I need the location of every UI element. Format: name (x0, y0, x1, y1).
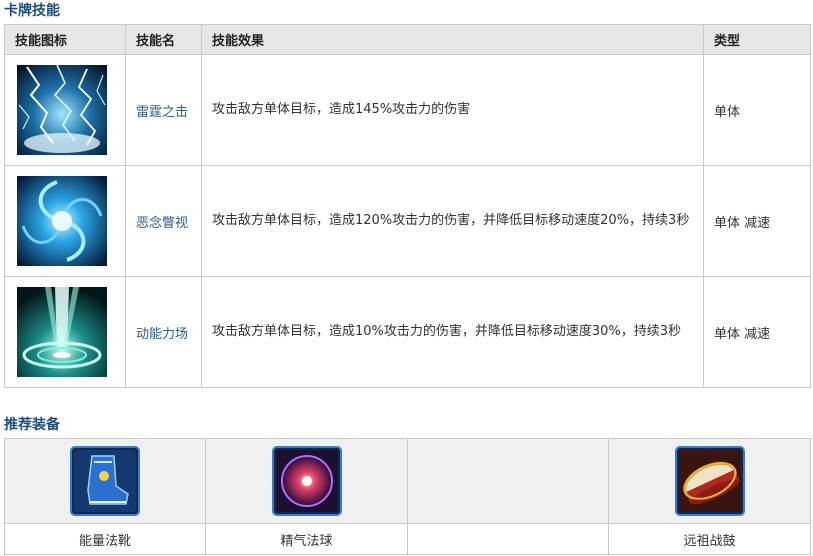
skill-icon-cell (4, 54, 126, 166)
ancestral-war-drum-icon[interactable] (674, 446, 745, 516)
skill-effect: 攻击敌方单体目标，造成145%攻击力的伤害 (201, 54, 704, 166)
gear-icon-cell (4, 438, 206, 524)
gear-label[interactable]: 能量法靴 (4, 523, 206, 555)
skill-effect: 攻击敌方单体目标，造成10%攻击力的伤害，并降低目标移动速度30%，持续3秒 (201, 276, 704, 388)
gear-table: 能量法靴 精气法球 远祖战鼓 (4, 438, 811, 555)
gear-label[interactable]: 远祖战鼓 (608, 523, 811, 555)
energy-boots-icon[interactable] (70, 446, 140, 516)
gear-icon-cell (205, 438, 408, 524)
header-type: 类型 (703, 24, 811, 55)
header-icon: 技能图标 (4, 24, 126, 55)
skill-icon-cell (4, 276, 126, 388)
gear-label-empty (407, 523, 609, 555)
skills-header-row: 技能图标 技能名 技能效果 类型 (4, 24, 811, 55)
skill-type: 单体 (703, 54, 811, 166)
skill-type: 单体 减速 (703, 276, 811, 388)
gear-icon-cell (608, 438, 811, 524)
gear-label[interactable]: 精气法球 (205, 523, 408, 555)
skill-row: 雷霆之击 攻击敌方单体目标，造成145%攻击力的伤害 单体 (4, 54, 811, 166)
header-effect: 技能效果 (201, 24, 704, 55)
skill-type: 单体 减速 (703, 165, 811, 277)
essence-orb-icon[interactable] (271, 446, 342, 516)
header-name: 技能名 (125, 24, 202, 55)
gear-icon-cell-empty (407, 438, 609, 524)
gear-label-row: 能量法靴 精气法球 远祖战鼓 (4, 523, 811, 555)
lightning-strike-icon (17, 65, 107, 155)
skill-row: 恶念瞥视 攻击敌方单体目标，造成120%攻击力的伤害，并降低目标移动速度20%，… (4, 165, 811, 277)
malice-gaze-icon (17, 176, 107, 266)
gear-icon-row (4, 438, 811, 524)
skill-icon-cell (4, 165, 126, 277)
skill-name: 动能力场 (125, 276, 202, 388)
skill-name: 恶念瞥视 (125, 165, 202, 277)
skill-row: 动能力场 攻击敌方单体目标，造成10%攻击力的伤害，并降低目标移动速度30%，持… (4, 276, 811, 388)
skills-table: 技能图标 技能名 技能效果 类型 雷霆之击 攻击敌方单体目标，造成145%攻击力… (4, 24, 811, 388)
kinetic-field-icon (17, 287, 107, 377)
skills-section-title: 卡牌技能 (4, 3, 60, 19)
skill-name: 雷霆之击 (125, 54, 202, 166)
gear-section-title: 推荐装备 (4, 417, 60, 433)
skill-effect: 攻击敌方单体目标，造成120%攻击力的伤害，并降低目标移动速度20%，持续3秒 (201, 165, 704, 277)
